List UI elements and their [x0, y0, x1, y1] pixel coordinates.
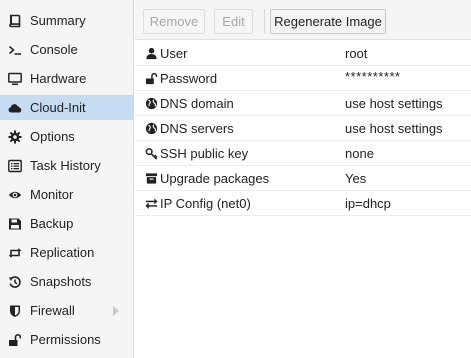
- setting-key: Password: [160, 71, 218, 86]
- setting-key: User: [160, 46, 188, 61]
- retweet-icon: [7, 245, 23, 261]
- sidebar-item-permissions[interactable]: Permissions: [0, 327, 133, 352]
- sidebar-item-console[interactable]: Console: [0, 37, 133, 62]
- shield-icon: [7, 303, 23, 319]
- table-row[interactable]: DNS domain use host settings: [135, 91, 471, 116]
- sidebar-item-label: Snapshots: [30, 274, 92, 289]
- regenerate-image-button[interactable]: Regenerate Image: [270, 9, 386, 34]
- sidebar-item-label: Task History: [30, 158, 101, 173]
- monitor-icon: [7, 71, 23, 87]
- remove-button[interactable]: Remove: [143, 9, 205, 34]
- gear-icon: [7, 129, 23, 145]
- setting-key: DNS domain: [160, 96, 234, 111]
- sidebar-item-summary[interactable]: Summary: [0, 8, 133, 33]
- exchange-icon: [144, 196, 158, 210]
- sidebar-item-task-history[interactable]: Task History: [0, 153, 133, 178]
- sidebar-item-backup[interactable]: Backup: [0, 211, 133, 236]
- setting-value: ip=dhcp: [345, 196, 391, 211]
- setting-value: root: [345, 46, 368, 61]
- globe-icon: [144, 121, 158, 135]
- sidebar-item-monitor[interactable]: Monitor: [0, 182, 133, 207]
- sidebar-item-replication[interactable]: Replication: [0, 240, 133, 265]
- sidebar-item-label: Summary: [30, 13, 86, 28]
- sidebar-item-label: Console: [30, 42, 78, 57]
- edit-button[interactable]: Edit: [214, 9, 253, 34]
- toolbar: Remove Edit Regenerate Image: [135, 0, 471, 40]
- floppy-disk-icon: [7, 216, 23, 232]
- sidebar-item-cloud-init[interactable]: Cloud-Init: [0, 95, 133, 120]
- eye-icon: [7, 187, 23, 203]
- setting-key: SSH public key: [160, 146, 249, 161]
- list-alt-icon: [7, 158, 23, 174]
- table-row[interactable]: SSH public key none: [135, 141, 471, 166]
- cloud-icon: [7, 100, 23, 116]
- terminal-prompt-icon: [7, 42, 23, 58]
- summary-book-icon: [7, 13, 23, 29]
- globe-icon: [144, 96, 158, 110]
- setting-key: IP Config (net0): [160, 196, 251, 211]
- setting-key: DNS servers: [160, 121, 234, 136]
- sidebar-item-label: Options: [30, 129, 75, 144]
- setting-value: use host settings: [345, 96, 443, 111]
- sidebar-item-label: Monitor: [30, 187, 74, 202]
- user-icon: [144, 46, 158, 60]
- sidebar-item-label: Firewall: [30, 303, 75, 318]
- sidebar-item-label: Backup: [30, 216, 74, 231]
- sidebar-item-label: Cloud-Init: [30, 100, 86, 115]
- sidebar-item-hardware[interactable]: Hardware: [0, 66, 133, 91]
- table-row[interactable]: Upgrade packages Yes: [135, 166, 471, 191]
- history-icon: [7, 274, 23, 290]
- sidebar-item-label: Hardware: [30, 71, 87, 86]
- setting-value: **********: [345, 69, 401, 84]
- table-row[interactable]: Password **********: [135, 66, 471, 91]
- sidebar-item-firewall[interactable]: Firewall: [0, 298, 133, 323]
- sidebar-item-options[interactable]: Options: [0, 124, 133, 149]
- expand-arrow-icon[interactable]: [113, 306, 119, 316]
- sidebar-item-label: Replication: [30, 245, 95, 260]
- table-row[interactable]: User root: [135, 41, 471, 66]
- sidebar-item-label: Permissions: [30, 332, 101, 347]
- setting-value: use host settings: [345, 121, 443, 136]
- table-row[interactable]: IP Config (net0) ip=dhcp: [135, 191, 471, 216]
- sidebar-nav: Summary Console Hardware Cloud-Init Opti…: [0, 0, 134, 358]
- setting-key: Upgrade packages: [160, 171, 270, 186]
- unlock-icon: [7, 332, 23, 348]
- unlock-icon: [144, 71, 158, 85]
- sidebar-item-snapshots[interactable]: Snapshots: [0, 269, 133, 294]
- table-row[interactable]: DNS servers use host settings: [135, 116, 471, 141]
- toolbar-separator: [264, 9, 265, 34]
- setting-value: none: [345, 146, 374, 161]
- key-icon: [144, 146, 158, 160]
- archive-icon: [144, 171, 158, 185]
- setting-value: Yes: [345, 171, 367, 186]
